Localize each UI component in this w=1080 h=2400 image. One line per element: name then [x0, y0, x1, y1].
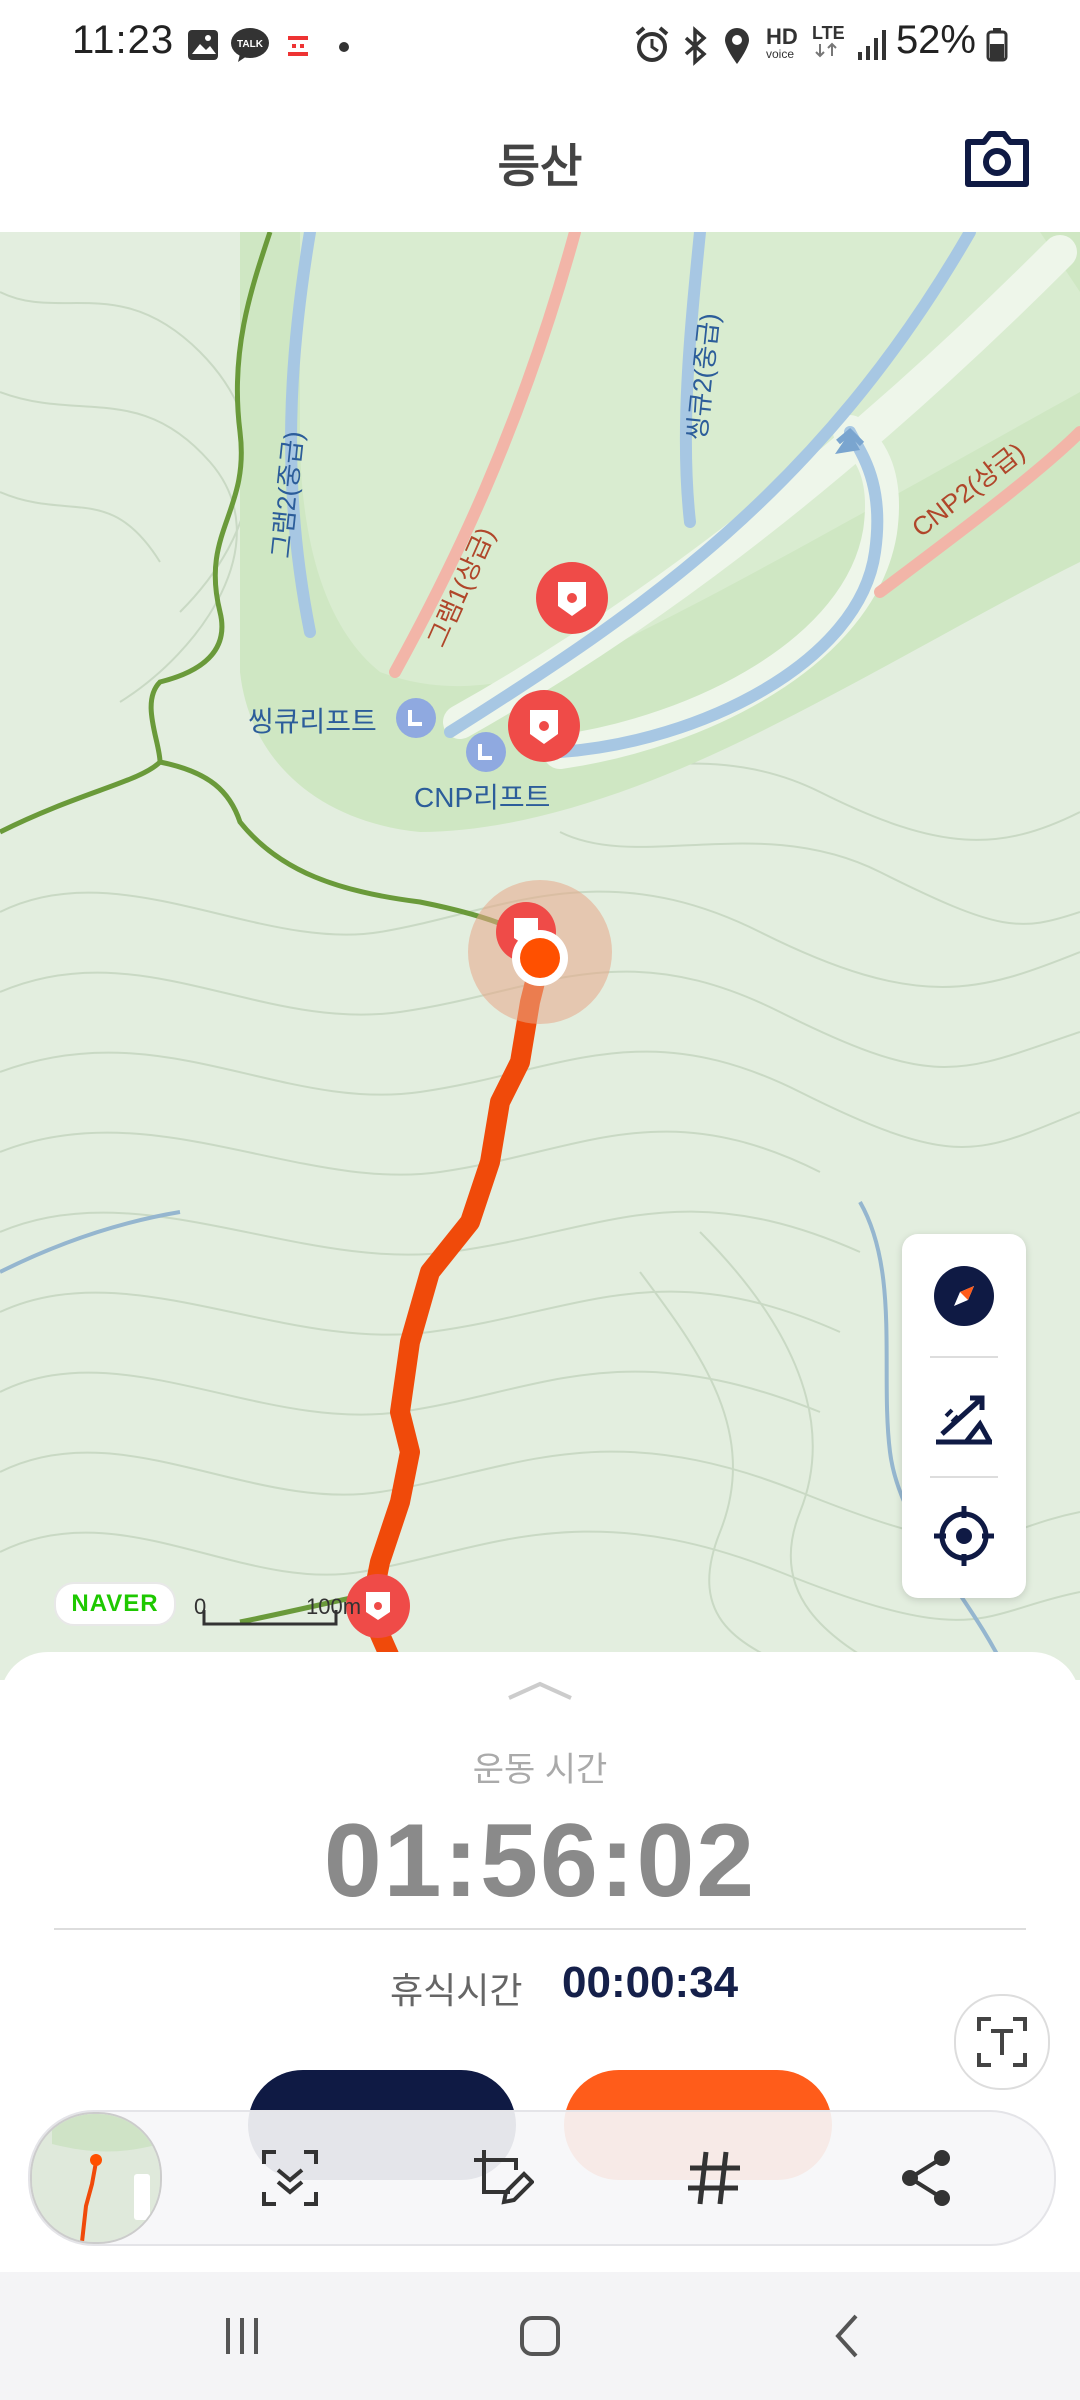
svg-text:TALK: TALK — [237, 39, 264, 50]
scroll-capture-icon — [262, 2150, 318, 2206]
scroll-capture-button[interactable] — [250, 2138, 330, 2218]
elevation-icon — [936, 1395, 993, 1445]
gallery-icon — [186, 28, 220, 67]
location-icon — [722, 26, 752, 71]
map-view[interactable]: 씽큐리프트 CNP리프트 그램2(중급) 그램1(상급) 씽큐2(중급) CNP… — [0, 232, 1080, 1680]
exercise-time-value: 01:56:02 — [323, 1803, 757, 1919]
lte-icon: LTE — [812, 24, 848, 62]
dot-icon — [338, 40, 350, 58]
divider — [930, 1476, 998, 1478]
text-extract-button[interactable] — [954, 1994, 1050, 2090]
divider — [54, 1928, 1026, 1930]
back-button[interactable] — [808, 2296, 888, 2376]
share-icon — [902, 2150, 950, 2206]
battery-icon — [986, 28, 1008, 67]
hd-voice-icon: HD voice — [766, 24, 798, 61]
recents-button[interactable] — [202, 2296, 282, 2376]
locate-icon — [934, 1506, 994, 1566]
edit-crop-icon — [474, 2150, 534, 2205]
screenshot-toolbar — [28, 2110, 1056, 2246]
map-controls — [902, 1234, 1026, 1598]
hashtag-button[interactable] — [674, 2138, 754, 2218]
talk-icon: TALK — [230, 26, 270, 69]
battery-percentage: 52% — [895, 18, 976, 62]
recents-icon — [226, 2318, 258, 2354]
scale-label: 100m — [306, 1594, 362, 1619]
status-time: 11:23 — [72, 18, 175, 62]
system-nav-bar — [0, 2272, 1080, 2400]
home-button[interactable] — [500, 2296, 580, 2376]
hashtag-icon — [688, 2151, 740, 2205]
sheet-handle[interactable] — [505, 1678, 575, 1702]
compass-icon — [934, 1266, 994, 1326]
divider — [930, 1356, 998, 1358]
text-extract-icon — [977, 2017, 1027, 2067]
map-label-lift: 씽큐리프트 — [248, 706, 377, 737]
alarm-icon — [634, 26, 670, 69]
calendar-icon — [284, 30, 312, 65]
edit-button[interactable] — [462, 2138, 542, 2218]
exercise-time-label: 운동 시간 — [472, 1751, 608, 1789]
home-icon — [520, 2316, 560, 2356]
thumbnail-image — [32, 2114, 160, 2242]
app-header: 등산 — [0, 92, 1080, 232]
naver-logo: NAVER — [54, 1582, 176, 1626]
rest-time-label: 휴식시간 — [390, 1970, 523, 2011]
screenshot-thumbnail[interactable] — [30, 2112, 162, 2244]
camera-button[interactable] — [962, 124, 1032, 194]
page-title: 등산 — [497, 140, 583, 192]
back-icon — [835, 2314, 858, 2358]
rest-time-value: 00:00:34 — [562, 1958, 739, 2007]
compass-button[interactable] — [924, 1256, 1004, 1336]
share-button[interactable] — [886, 2138, 966, 2218]
status-bar: 11:23 TALK HD voice LTE 52% — [0, 0, 1080, 92]
signal-icon — [856, 28, 888, 67]
bluetooth-icon — [680, 26, 710, 71]
scale-label: 0 — [194, 1594, 207, 1619]
locate-button[interactable] — [924, 1496, 1004, 1576]
camera-icon — [965, 131, 1029, 187]
map-label-lift: CNP리프트 — [414, 782, 551, 813]
chevron-up-icon — [508, 1681, 572, 1700]
elevation-button[interactable] — [924, 1376, 1004, 1456]
